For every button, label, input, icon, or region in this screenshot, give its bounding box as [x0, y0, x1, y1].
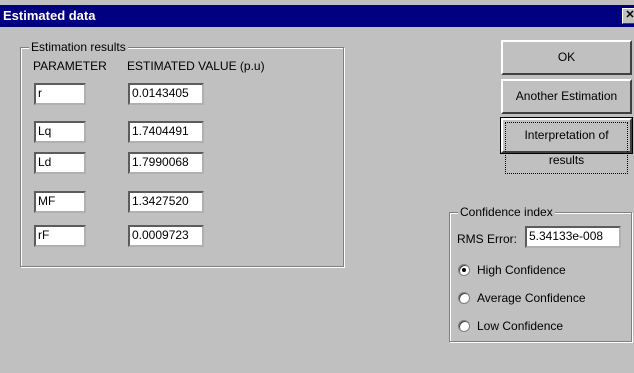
estimated-data-window: Estimated data ✕ Estimation results PARA… — [0, 0, 634, 373]
estimation-results-group: Estimation results PARAMETER ESTIMATED V… — [20, 40, 344, 267]
parameter-column-header: PARAMETER — [33, 59, 107, 73]
parameter-field-ld[interactable]: Ld — [34, 152, 86, 174]
confidence-index-title: Confidence index — [458, 205, 555, 219]
radio-label-high: High Confidence — [477, 263, 566, 277]
value-field-r[interactable]: 0.0143405 — [128, 83, 204, 105]
radio-unselected-icon — [458, 292, 470, 304]
value-field-lq[interactable]: 1.7404491 — [128, 121, 204, 143]
title-bar: Estimated data ✕ — [0, 5, 634, 27]
value-field-rf[interactable]: 0.0009723 — [128, 225, 204, 247]
dialog-body: Estimation results PARAMETER ESTIMATED V… — [0, 27, 634, 373]
radio-selected-icon — [458, 264, 470, 276]
window-title: Estimated data — [3, 8, 96, 23]
ok-button[interactable]: OK — [501, 40, 632, 75]
interpretation-button[interactable]: Interpretation of results — [500, 117, 633, 174]
radio-label-average: Average Confidence — [477, 291, 586, 305]
value-field-ld[interactable]: 1.7990068 — [128, 152, 204, 174]
interpretation-button-label: Interpretation of results — [505, 122, 628, 174]
radio-unselected-icon — [458, 320, 470, 332]
parameter-field-rf[interactable]: rF — [34, 225, 86, 247]
another-estimation-button[interactable]: Another Estimation — [501, 79, 632, 114]
value-field-mf[interactable]: 1.3427520 — [128, 191, 204, 213]
rms-error-label: RMS Error: — [457, 232, 517, 246]
rms-error-field[interactable]: 5.34133e-008 — [525, 226, 621, 248]
parameter-field-lq[interactable]: Lq — [34, 121, 86, 143]
estimation-results-title: Estimation results — [29, 40, 128, 54]
estimated-value-column-header: ESTIMATED VALUE (p.u) — [127, 59, 265, 73]
radio-label-low: Low Confidence — [477, 319, 564, 333]
parameter-field-r[interactable]: r — [34, 83, 86, 105]
parameter-field-mf[interactable]: MF — [34, 191, 86, 213]
close-icon[interactable]: ✕ — [622, 8, 634, 24]
